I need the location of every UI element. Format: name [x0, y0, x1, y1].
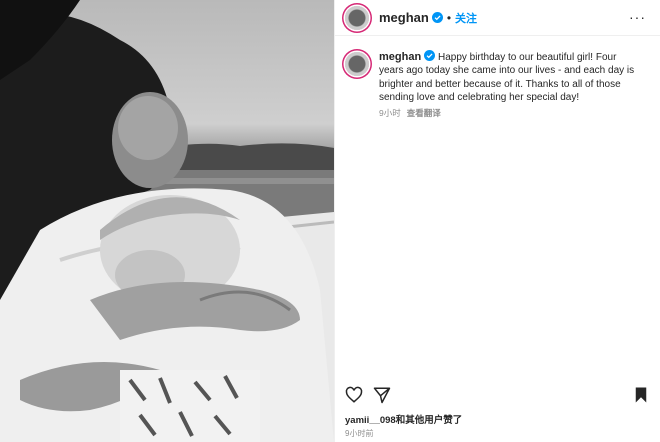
author-username[interactable]: meghan [379, 10, 429, 25]
heart-icon[interactable] [345, 386, 363, 404]
see-translation-link[interactable]: 查看翻译 [407, 108, 441, 118]
more-options-icon[interactable]: ··· [629, 9, 646, 25]
likes-suffix[interactable]: 和其他用户赞了 [396, 415, 463, 426]
caption-username[interactable]: meghan [379, 51, 421, 63]
post-timestamp: 9小时前 [345, 429, 374, 438]
post-header: meghan • 关注 ··· [335, 0, 660, 36]
verified-badge-icon [424, 50, 436, 61]
caption: meghan Happy birthday to our beautiful g… [379, 50, 641, 120]
bookmark-icon[interactable] [632, 386, 650, 404]
caption-author-avatar[interactable] [345, 52, 369, 76]
separator-dot: • [446, 10, 452, 25]
follow-button[interactable]: 关注 [455, 10, 477, 26]
paper-plane-icon[interactable] [373, 386, 391, 404]
likes-user[interactable]: yamii__098 [345, 415, 396, 426]
photo-illustration [0, 0, 334, 442]
action-bar [345, 384, 650, 406]
likes-summary: yamii__098和其他用户赞了 [345, 412, 462, 426]
post-photo[interactable] [0, 0, 334, 442]
caption-age: 9小时 [379, 108, 401, 119]
verified-badge-icon [431, 12, 443, 23]
caption-meta: 9小时 查看翻译 [379, 107, 641, 120]
instagram-post: meghan • 关注 ··· meghan Happy birthday to… [0, 0, 660, 442]
author-avatar[interactable] [345, 5, 369, 30]
caption-block: meghan Happy birthday to our beautiful g… [335, 36, 660, 120]
post-sidebar: meghan • 关注 ··· meghan Happy birthday to… [334, 0, 660, 442]
